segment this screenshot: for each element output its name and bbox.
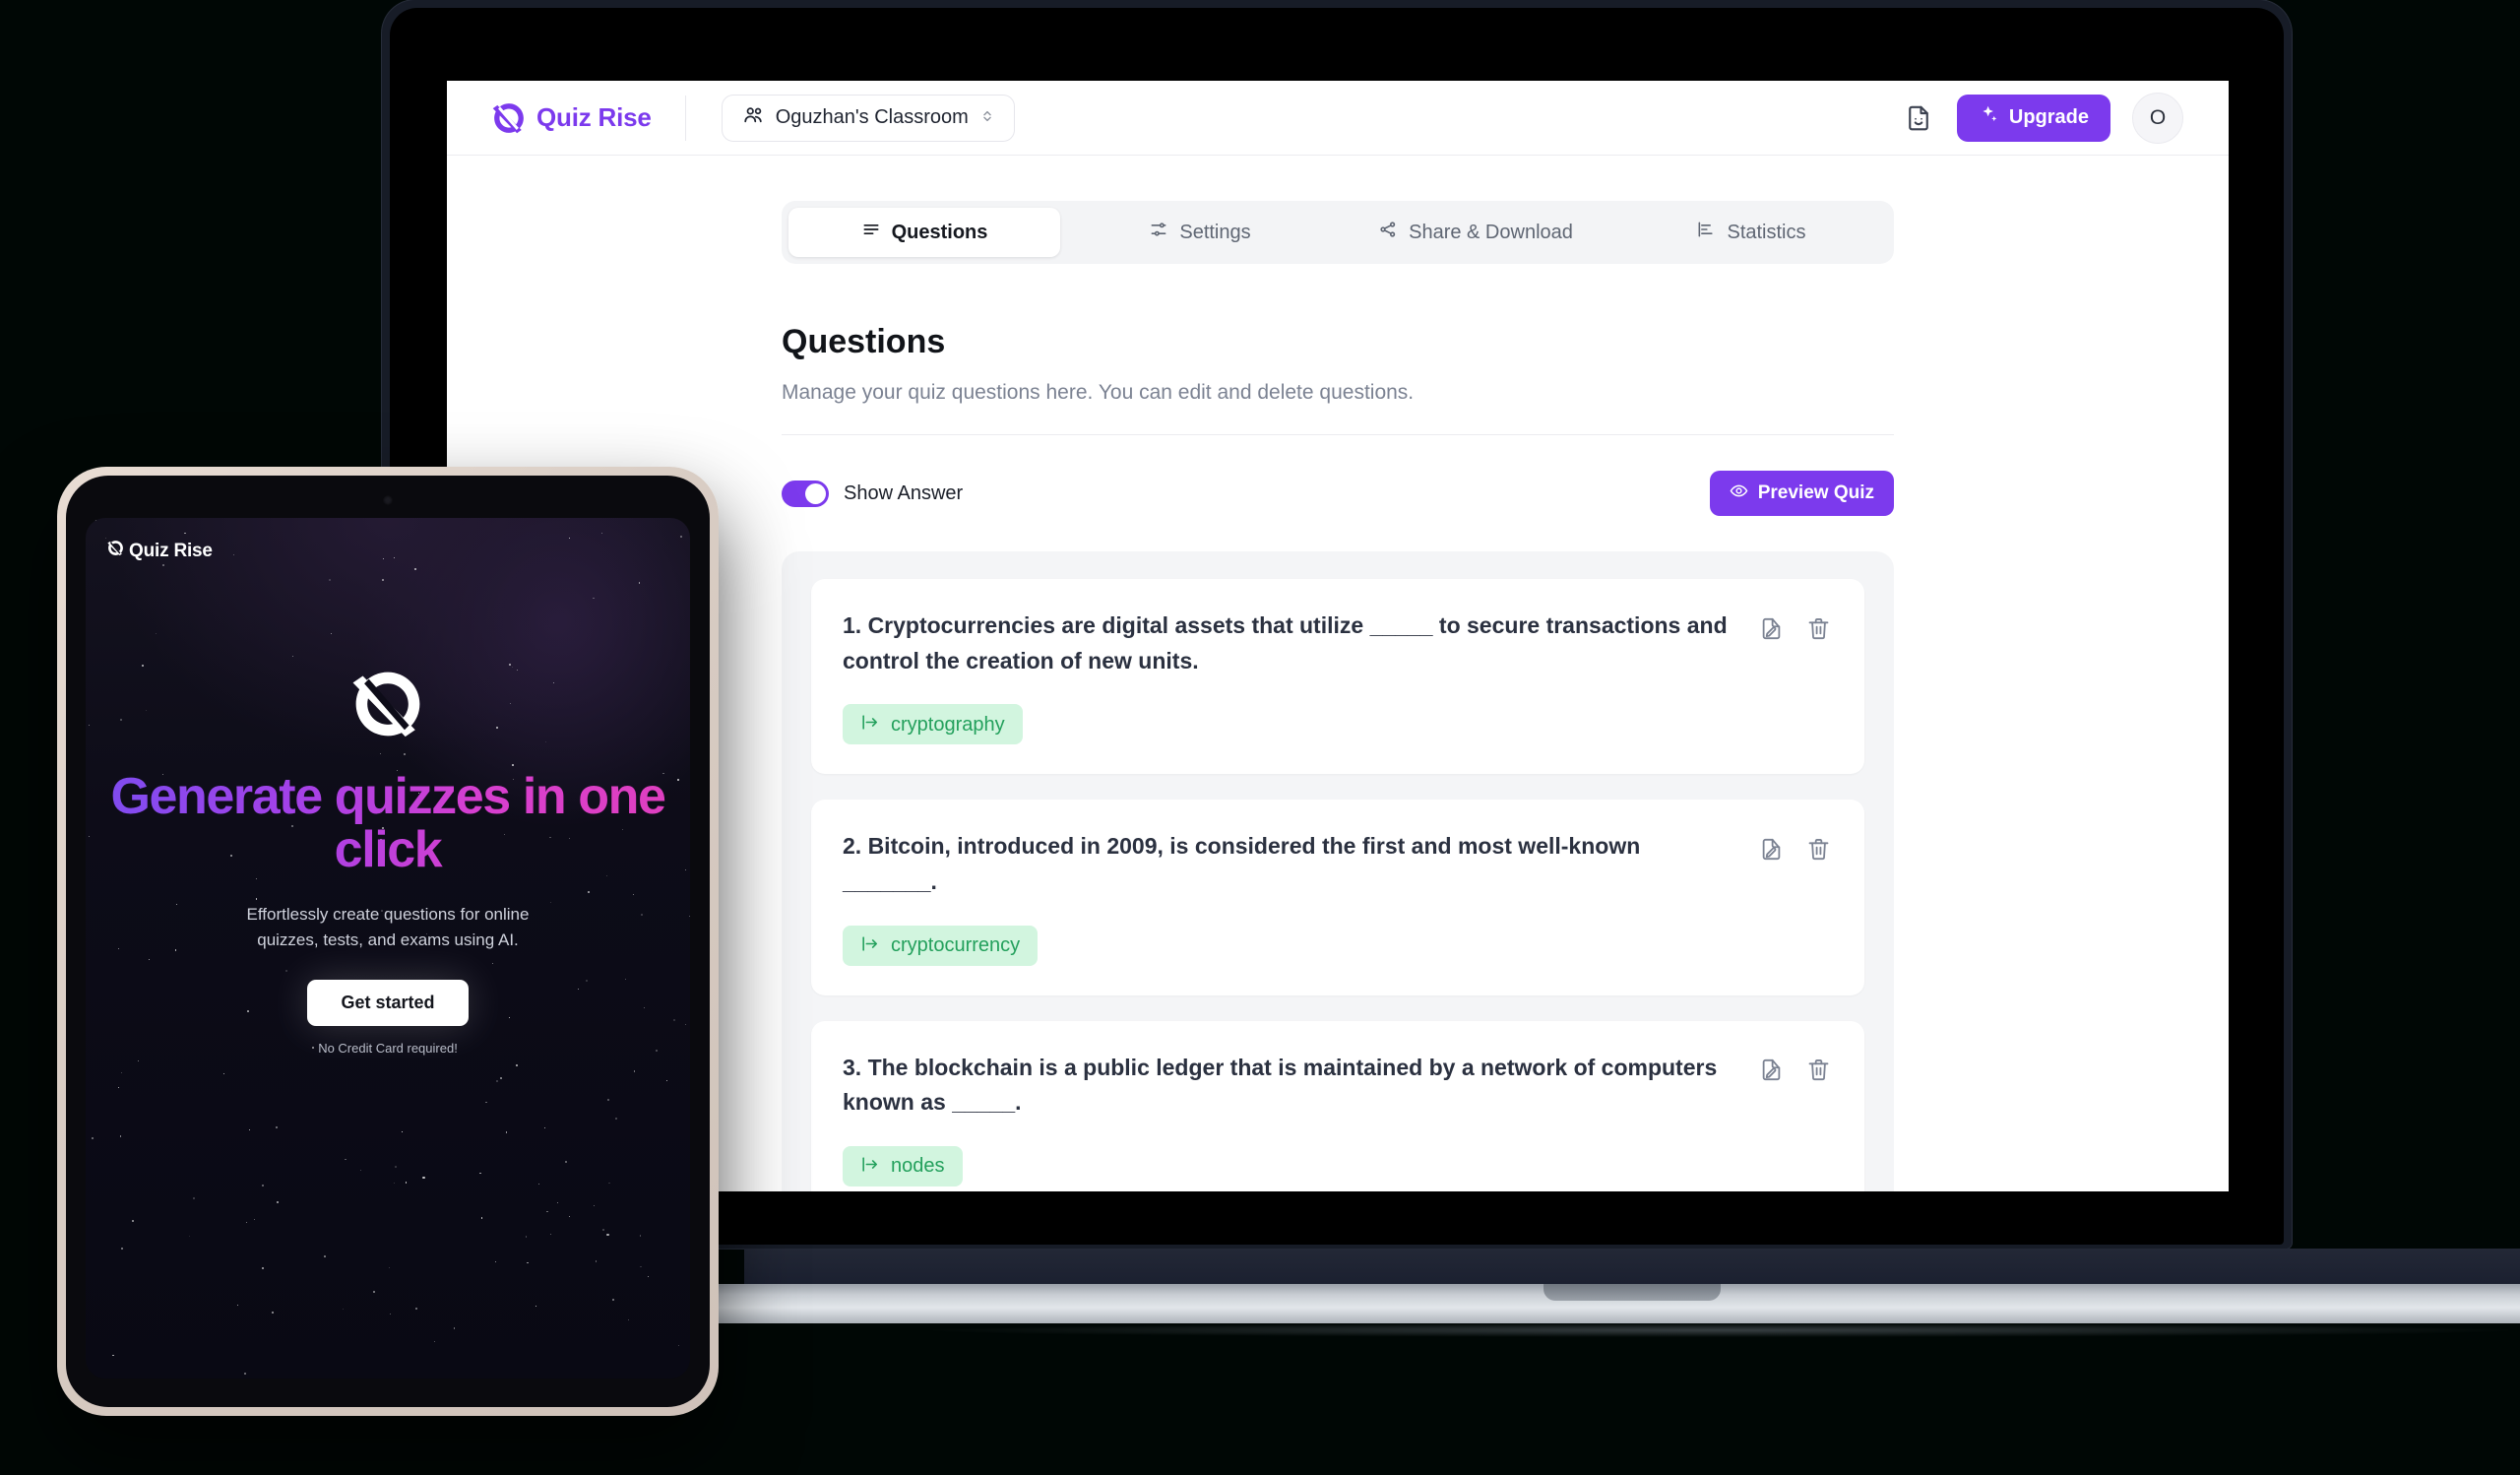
upgrade-button-label: Upgrade [2008, 106, 2089, 128]
page-title: Questions [782, 323, 946, 360]
toolbar-row: Show Answer Preview Quiz [782, 471, 1894, 516]
edit-document-icon[interactable] [1756, 613, 1786, 643]
tab-questions-label: Questions [891, 221, 988, 243]
answer-chip: cryptocurrency [843, 925, 1039, 966]
eye-icon [1730, 481, 1748, 506]
question-header: 1. Cryptocurrencies are digital assets t… [843, 609, 1833, 678]
question-card: 1. Cryptocurrencies are digital assets t… [811, 579, 1864, 775]
question-text: 2. Bitcoin, introduced in 2009, is consi… [843, 833, 1641, 894]
tablet-hero: Generate quizzes in one click Effortless… [86, 668, 690, 1056]
topbar-actions: Upgrade O [1902, 92, 2229, 144]
tablet-cta-note: No Credit Card required! [318, 1041, 458, 1057]
question-card: 2. Bitcoin, introduced in 2009, is consi… [811, 800, 1864, 995]
arrow-to-right-icon [860, 934, 879, 957]
chevron-updown-icon [980, 107, 994, 128]
screenshot-stage: Quiz Rise Oguzhan's Classroom Upgrade O … [0, 0, 2520, 1475]
list-icon [861, 220, 881, 245]
tablet-screen: Quiz Rise Generate quizzes in one click … [86, 518, 690, 1379]
tablet-brand-name: Quiz Rise [129, 540, 213, 561]
brand-name: Quiz Rise [536, 102, 652, 132]
tab-questions[interactable]: Questions [788, 208, 1060, 257]
classroom-selector[interactable]: Oguzhan's Classroom [721, 94, 1015, 142]
users-icon [742, 104, 764, 132]
question-text: 3. The blockchain is a public ledger tha… [843, 1054, 1718, 1116]
classroom-selector-label: Oguzhan's Classroom [775, 106, 969, 128]
quizrise-logo-mark-icon [351, 668, 424, 740]
answer-text: nodes [891, 1155, 945, 1178]
divider [782, 434, 1894, 435]
tabbar: Questions Settings Share & Download Stat… [782, 201, 1894, 264]
answer-chip: nodes [843, 1145, 963, 1186]
arrow-to-right-icon [860, 1155, 879, 1178]
question-actions [1756, 1051, 1833, 1085]
tablet-brand: Quiz Rise [107, 540, 213, 562]
topbar-divider [684, 95, 686, 141]
upgrade-button[interactable]: Upgrade [1956, 94, 2110, 142]
avatar-initial: O [2149, 105, 2167, 129]
tablet-device-mockup: Quiz Rise Generate quizzes in one click … [57, 467, 719, 1416]
answer-chip: cryptography [843, 704, 1023, 745]
question-text: 1. Cryptocurrencies are digital assets t… [843, 612, 1728, 673]
trash-icon[interactable] [1803, 834, 1833, 864]
tab-share-download[interactable]: Share & Download [1340, 208, 1611, 257]
show-answer-label: Show Answer [844, 481, 964, 504]
question-header: 2. Bitcoin, introduced in 2009, is consi… [843, 829, 1833, 899]
sparkles-icon [1979, 104, 1999, 131]
edit-document-icon[interactable] [1756, 834, 1786, 864]
tab-share-download-label: Share & Download [1409, 221, 1573, 243]
document-smiley-icon[interactable] [1902, 101, 1935, 135]
answer-text: cryptocurrency [891, 934, 1021, 957]
laptop-base-shadow [933, 1323, 2508, 1337]
preview-quiz-label: Preview Quiz [1757, 482, 1874, 503]
answer-text: cryptography [891, 713, 1005, 736]
laptop-base-notch [1544, 1284, 1721, 1301]
quizrise-logo-icon [492, 101, 526, 135]
share-icon [1378, 220, 1398, 245]
avatar[interactable]: O [2132, 92, 2183, 144]
preview-quiz-button[interactable]: Preview Quiz [1709, 471, 1894, 516]
laptop-hinge [744, 1249, 2520, 1284]
trash-icon[interactable] [1803, 1056, 1833, 1085]
get-started-button[interactable]: Get started [307, 980, 469, 1027]
questions-panel: 1. Cryptocurrencies are digital assets t… [782, 551, 1894, 1191]
sliders-icon [1149, 220, 1168, 245]
trash-icon[interactable] [1803, 613, 1833, 643]
tab-statistics[interactable]: Statistics [1615, 208, 1887, 257]
page-subtitle: Manage your quiz questions here. You can… [782, 381, 1415, 404]
content-wrapper: Questions Settings Share & Download Stat… [782, 201, 1894, 1191]
arrow-to-right-icon [860, 713, 879, 736]
tab-statistics-label: Statistics [1727, 221, 1806, 243]
toggle-knob [805, 482, 826, 504]
question-actions [1756, 829, 1833, 864]
tab-settings-label: Settings [1179, 221, 1251, 243]
tablet-headline: Generate quizzes in one click [86, 770, 690, 876]
tablet-subheadline: Effortlessly create questions for online… [246, 905, 530, 949]
edit-document-icon[interactable] [1756, 1056, 1786, 1085]
quizrise-logo-icon [107, 540, 124, 562]
tablet-camera [383, 495, 393, 505]
question-card: 3. The blockchain is a public ledger tha… [811, 1020, 1864, 1191]
question-actions [1756, 609, 1833, 643]
bar-chart-icon [1696, 220, 1716, 245]
question-header: 3. The blockchain is a public ledger tha… [843, 1051, 1833, 1121]
tab-settings[interactable]: Settings [1064, 208, 1336, 257]
app-topbar: Quiz Rise Oguzhan's Classroom Upgrade O [447, 81, 2229, 156]
show-answer-toggle[interactable] [782, 480, 829, 507]
brand[interactable]: Quiz Rise [447, 101, 685, 135]
